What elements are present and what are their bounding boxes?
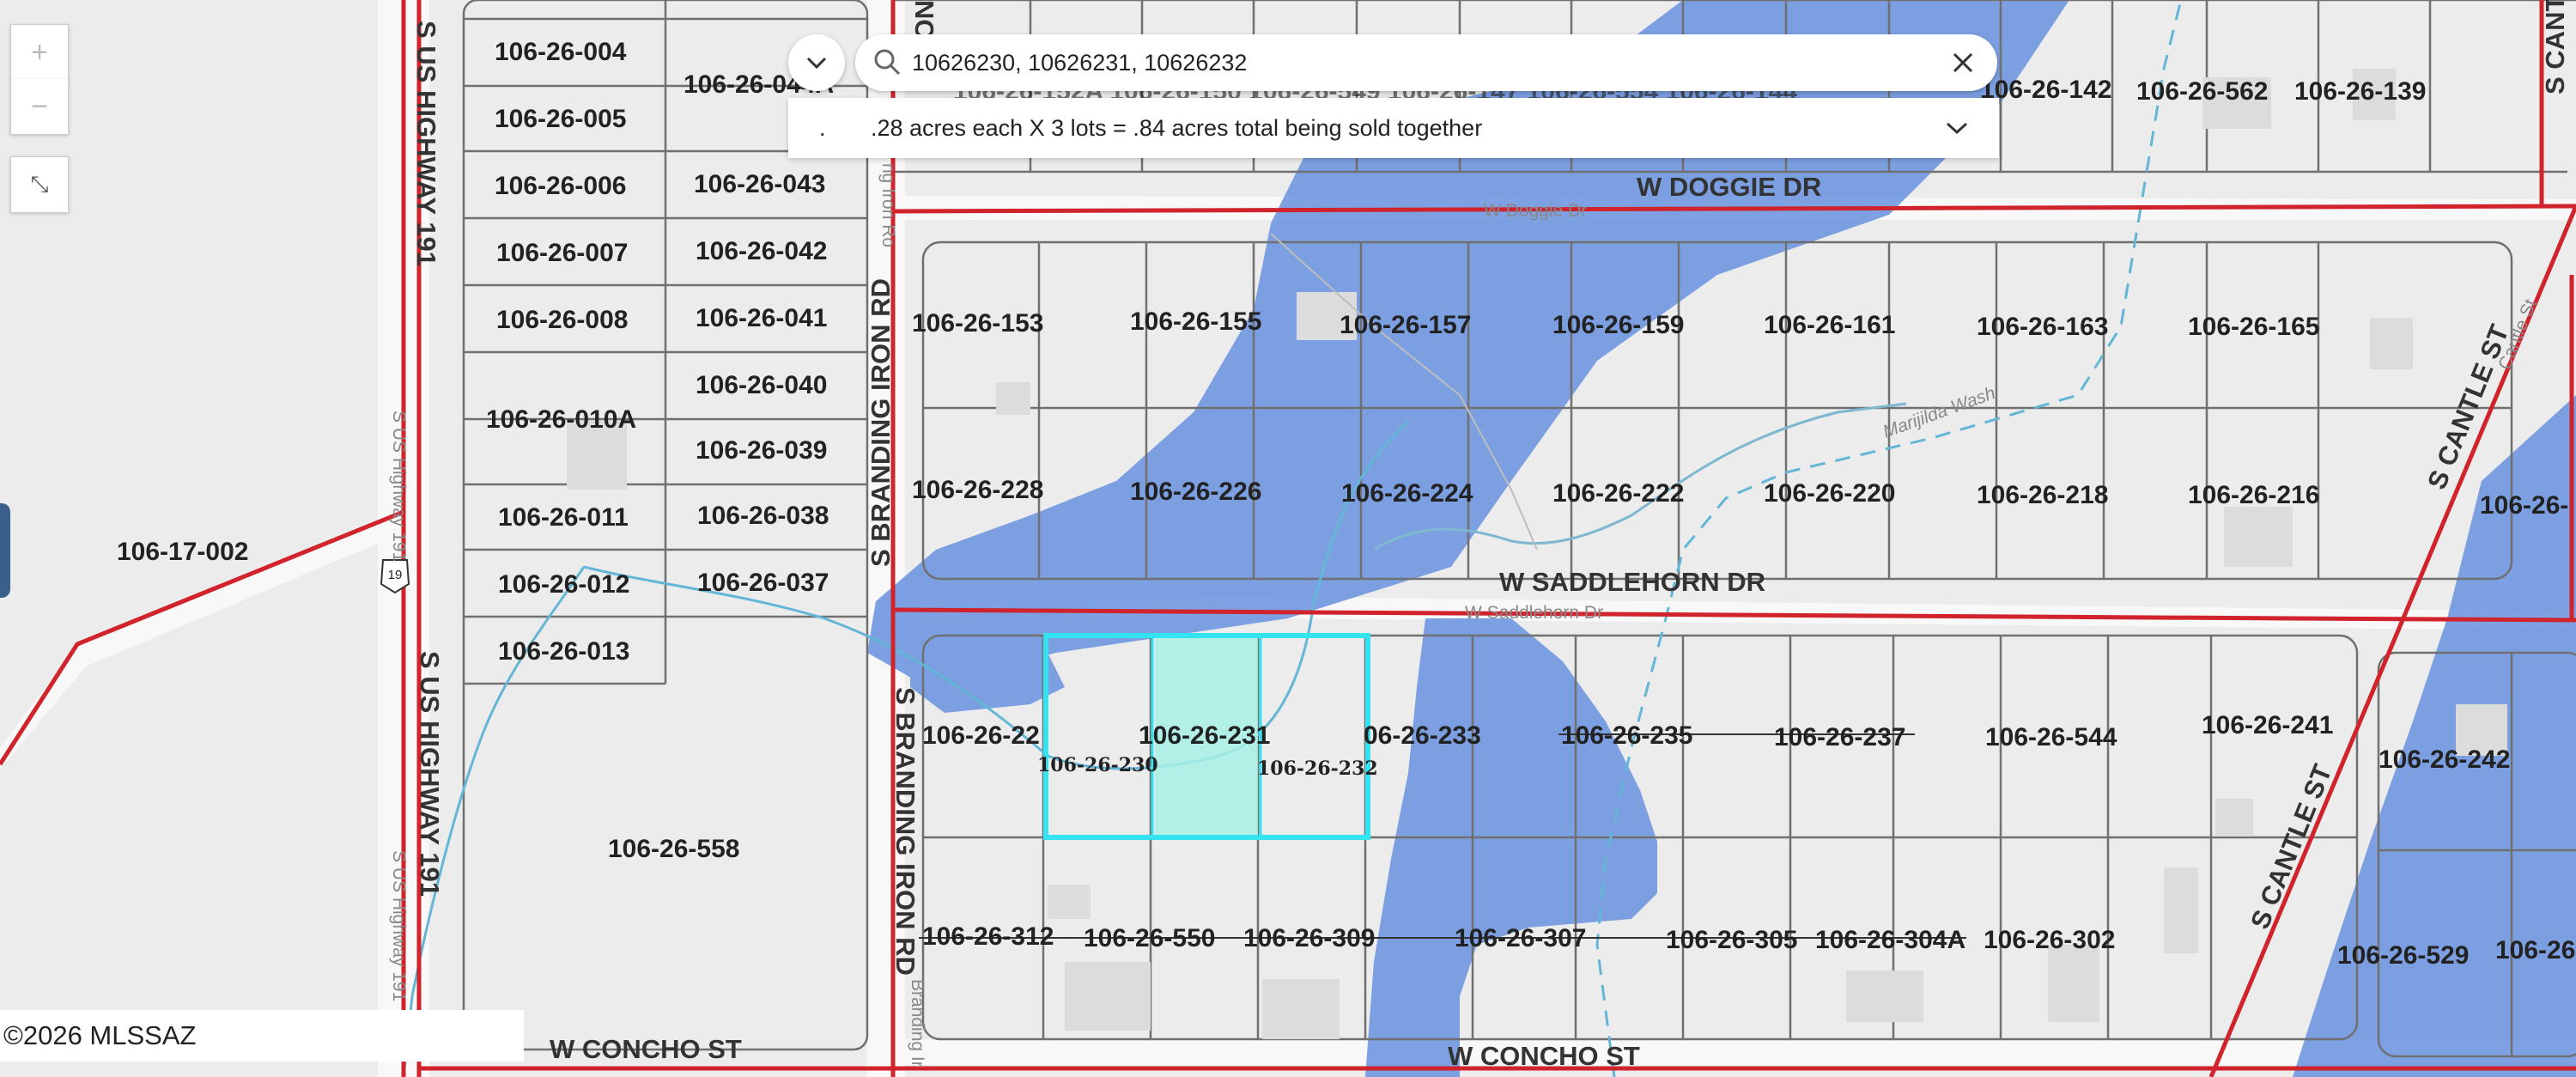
parcel-label: 106-26-220: [1764, 479, 1895, 508]
parcel-label: 106-26-224: [1341, 479, 1473, 508]
parcel-label-selected: 106-26-231: [1139, 721, 1270, 750]
parcel-label: 106-26-165: [2188, 313, 2319, 341]
road-label-saddlehorn-minor: W Saddlehorn Dr: [1465, 603, 1603, 623]
parcel-label: 106-26-041: [696, 304, 827, 332]
attribution-text: ©2026 MLSSAZ: [3, 1020, 197, 1050]
road-label-saddlehorn: W SADDLEHORN DR: [1499, 567, 1765, 597]
close-icon[interactable]: [1947, 47, 1978, 78]
parcel-label: 106-26-226: [1130, 478, 1261, 506]
road-label-top-fragment: NC: [909, 0, 939, 39]
parcel-label: 106-26-139: [2294, 77, 2426, 106]
road-label-us191-minor-north: S US Highway 191: [389, 411, 409, 562]
map-attribution: ©2026 MLSSAZ: [0, 1010, 524, 1062]
parcel-label: 106-26-216: [2188, 481, 2319, 509]
parcel-label: 106-26-011: [498, 503, 629, 532]
side-panel-tab[interactable]: [0, 503, 10, 598]
parcel-label: 106-26-218: [1977, 481, 2108, 509]
plus-icon: +: [31, 35, 48, 69]
parcel-label: 106-26-241: [2202, 711, 2333, 739]
parcel-label: 106-26-039: [696, 436, 827, 465]
search-icon: [874, 49, 901, 76]
parcel-label: 06-26-233: [1364, 721, 1481, 750]
road-label-branding-iron-minor-north: ng Iron Ro: [878, 163, 898, 247]
parcel-label: 106-26-157: [1340, 311, 1471, 339]
parcel-label: 106-26-544: [1985, 723, 2117, 751]
expand-button[interactable]: ⤡: [10, 156, 69, 213]
road-label-branding-iron-south: S BRANDING IRON RD: [890, 687, 920, 976]
minus-icon: −: [31, 89, 48, 123]
description-prefix: .: [819, 114, 826, 141]
parcel-label: 106-26-228: [912, 476, 1043, 504]
zoom-out-button[interactable]: −: [10, 79, 69, 135]
road-label-doggie: W DOGGIE DR: [1637, 172, 1821, 202]
parcel-label: 106-26-043: [694, 170, 825, 198]
parcel-label: 106-26-242: [2379, 745, 2510, 774]
road-label-us191-north: S US HIGHWAY 191: [411, 21, 441, 266]
parcel-label: 106-26-007: [496, 239, 628, 267]
parcel-label: 106-26-037: [697, 569, 829, 597]
parcel-label: 106-26-159: [1552, 311, 1684, 339]
parcel-label: 106-26-529: [2337, 941, 2469, 970]
search-input[interactable]: [910, 48, 1947, 77]
parcel-label: 106-26-161: [1764, 311, 1895, 339]
parcel-label: 106-26-550: [1084, 924, 1215, 952]
route-shield-label: 19: [388, 568, 403, 582]
parcel-label: 106-26-038: [697, 502, 829, 530]
parcel-label: 106-26-142: [1980, 76, 2111, 104]
road-label-branding-iron-minor-south: Branding Ir: [908, 979, 927, 1068]
parcel-label: 106-26-237: [1774, 723, 1905, 751]
parcel-label: 106-26-153: [912, 309, 1043, 338]
parcel-label: 106-26-558: [608, 835, 739, 863]
chevron-down-icon[interactable]: [1944, 119, 1970, 137]
parcel-label: 106-26-22: [922, 721, 1040, 750]
parcel-label: 106-26-040: [696, 371, 827, 399]
parcel-label: 106-26-010A: [486, 405, 636, 434]
parcel-label: 106-26-235: [1561, 721, 1692, 750]
road-label-concho-east: W CONCHO ST: [1448, 1041, 1640, 1071]
parcel-label: 106-26-005: [495, 105, 626, 133]
parcel-label-selected: 106-26-232: [1257, 758, 1378, 780]
parcel-label: 106-26-013: [498, 637, 629, 666]
parcel-label: 106-26: [2495, 936, 2575, 964]
expand-icon: ⤡: [30, 171, 49, 197]
parcel-label: 106-26-155: [1130, 307, 1261, 336]
parcel-label: 106-26-304A: [1815, 926, 1965, 954]
parcel-label: 106-26-309: [1243, 924, 1375, 952]
result-description[interactable]: . .28 acres each X 3 lots = .84 acres to…: [788, 98, 1999, 158]
parcel-label: 106-26-004: [495, 38, 627, 66]
parcel-label: 106-26-312: [922, 922, 1054, 951]
parcel-map[interactable]: 19 S US HIGHWAY 191 S US HIGHWAY 191 S U…: [0, 0, 2576, 1077]
parcel-label: 106-26-042: [696, 237, 827, 265]
road-label-cantle-edge: S CANT: [2540, 0, 2570, 94]
parcel-label: 106-26-305: [1666, 926, 1797, 954]
parcel-label: 106-26-: [2480, 491, 2568, 520]
parcel-label: 106-26-307: [1455, 924, 1586, 952]
parcel-label: 106-26-163: [1977, 313, 2108, 341]
parcel-label: 106-26-008: [496, 306, 628, 334]
parcel-label: 106-26-562: [2136, 77, 2268, 106]
parcel-label: 106-26-006: [495, 172, 626, 200]
parcel-label: 106-26-302: [1984, 926, 2115, 954]
description-text: .28 acres each X 3 lots = .84 acres tota…: [871, 114, 1483, 141]
road-label-concho-west: W CONCHO ST: [550, 1034, 742, 1064]
road-label-branding-iron-north: S BRANDING IRON RD: [866, 278, 896, 567]
parcel-label: 106-26-012: [498, 570, 629, 599]
parcel-label-selected: 106-26-230: [1037, 754, 1158, 776]
road-label-us191-minor-south: S US Highway 191: [389, 850, 409, 1001]
parcel-label: 106-26-222: [1552, 479, 1684, 508]
zoom-in-button[interactable]: +: [10, 24, 69, 81]
toggle-panel-button[interactable]: [788, 34, 845, 91]
road-label-us191-south: S US HIGHWAY 191: [415, 651, 445, 897]
search-bar: [855, 34, 1997, 91]
road-label-doggie-minor: W Doggie Dr: [1484, 201, 1587, 221]
chevron-down-icon: [806, 57, 827, 70]
parcel-label: 106-17-002: [117, 538, 248, 566]
